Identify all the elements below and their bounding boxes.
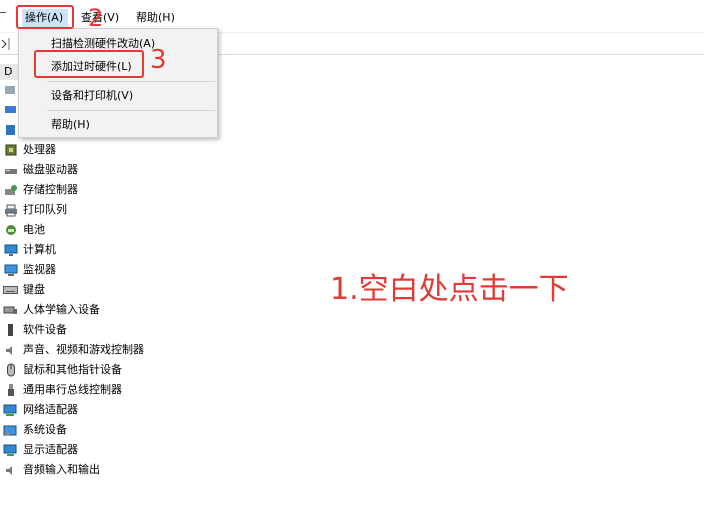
tree-item-label: 人体学输入设备	[23, 303, 100, 316]
tree-item-label: 打印队列	[23, 203, 67, 216]
computer-icon	[3, 243, 18, 257]
tree-item-label: 鼠标和其他指针设备	[23, 363, 122, 376]
highlight-box-action-menu	[16, 5, 74, 29]
menu-item-devices-printers[interactable]: 设备和打印机(V)	[51, 86, 133, 106]
tree-item-label: 计算机	[23, 243, 56, 256]
tree-item-label: 键盘	[23, 283, 45, 296]
device-icon	[3, 123, 18, 137]
tree-item-label: 音频输入和输出	[23, 463, 100, 476]
usb-icon	[3, 383, 18, 397]
back-arrow-icon[interactable]	[0, 37, 10, 51]
mouse-icon	[3, 363, 18, 377]
tree-item-label: 处理器	[23, 143, 56, 156]
tree-item-label: 显示适配器	[23, 443, 78, 456]
software-device-icon	[3, 323, 18, 337]
display-adapter-icon	[3, 443, 18, 457]
sound-icon	[3, 343, 18, 357]
tree-item-label: 监视器	[23, 263, 56, 276]
printer-icon	[3, 203, 18, 217]
tree-item-label: 电池	[23, 223, 45, 236]
menu-help[interactable]: 帮助(H)	[133, 9, 178, 27]
menu-separator	[47, 81, 215, 82]
keyboard-icon	[3, 283, 18, 297]
highlight-box-add-legacy	[34, 50, 144, 78]
step-number-3: 3	[150, 45, 167, 75]
storage-controller-icon	[3, 183, 18, 197]
monitor-icon	[3, 263, 18, 277]
device-icon	[3, 103, 18, 117]
menu-separator	[47, 110, 215, 111]
system-device-icon	[3, 423, 18, 437]
step-instruction-1: 1.空白处点击一下	[330, 272, 569, 307]
disk-drive-icon	[3, 163, 18, 177]
tree-item-label: 通用串行总线控制器	[23, 383, 122, 396]
menu-bar-edge	[0, 12, 6, 13]
tree-item-label: 系统设备	[23, 423, 67, 436]
tree-item-label: 存储控制器	[23, 183, 78, 196]
hid-icon	[3, 303, 18, 317]
step-number-2: 2	[88, 4, 104, 32]
device-icon	[3, 83, 18, 97]
action-dropdown-menu: 扫描检测硬件改动(A) 添加过时硬件(L) 设备和打印机(V) 帮助(H)	[18, 28, 218, 138]
tree-item-label: 软件设备	[23, 323, 67, 336]
battery-icon	[3, 223, 18, 237]
tree-item-label: 磁盘驱动器	[23, 163, 78, 176]
tree-item-label: 网络适配器	[23, 403, 78, 416]
network-adapter-icon	[3, 403, 18, 417]
tree-item-label: 声音、视频和游戏控制器	[23, 343, 144, 356]
menu-item-help[interactable]: 帮助(H)	[51, 115, 90, 135]
audio-io-icon	[3, 463, 18, 477]
processor-icon	[3, 143, 18, 157]
